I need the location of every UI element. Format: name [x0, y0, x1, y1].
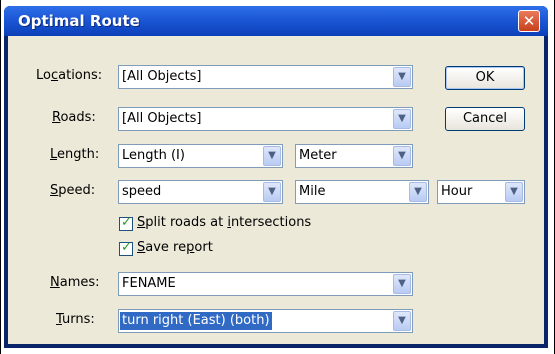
dialog-body: Locations: [All Objects] ▼ Roads: [All O… — [8, 36, 544, 344]
turns-label: Turns: — [56, 312, 95, 327]
roads-label: Roads: — [52, 110, 96, 125]
chevron-down-icon[interactable]: ▼ — [263, 182, 281, 202]
chevron-down-icon[interactable]: ▼ — [393, 67, 411, 87]
dialog-title: Optimal Route — [18, 12, 140, 30]
names-label: Names: — [50, 275, 100, 290]
locations-label: Locations: — [36, 68, 103, 83]
turns-dropdown[interactable]: turn right (East) (both) ▼ — [118, 309, 413, 333]
cancel-button[interactable]: Cancel — [445, 107, 525, 131]
locations-value: [All Objects] — [122, 69, 202, 84]
chevron-down-icon[interactable]: ▼ — [393, 274, 411, 294]
length-label: Length: — [50, 147, 100, 162]
speed-dropdown[interactable]: speed ▼ — [118, 180, 283, 204]
speed-unit-dropdown[interactable]: Mile ▼ — [295, 180, 429, 204]
roads-value: [All Objects] — [122, 111, 202, 126]
chevron-down-icon[interactable]: ▼ — [393, 109, 411, 129]
locations-dropdown[interactable]: [All Objects] ▼ — [118, 65, 413, 89]
checkmark-icon: ✓ — [121, 240, 132, 255]
dialog-window: Optimal Route ✕ Locations: [All Objects]… — [4, 6, 548, 348]
chevron-down-icon[interactable]: ▼ — [505, 182, 523, 202]
speed-time-unit-value: Hour — [441, 184, 473, 199]
left-border — [0, 0, 1, 354]
names-value: FENAME — [122, 276, 176, 291]
chevron-down-icon[interactable]: ▼ — [263, 146, 281, 166]
close-icon: ✕ — [522, 12, 536, 30]
length-unit-value: Meter — [299, 148, 337, 163]
chevron-down-icon[interactable]: ▼ — [393, 311, 411, 331]
save-report-checkbox[interactable]: ✓ — [119, 240, 133, 256]
length-dropdown[interactable]: Length (I) ▼ — [118, 144, 283, 168]
names-dropdown[interactable]: FENAME ▼ — [118, 272, 413, 296]
turns-value: turn right (East) (both) — [120, 312, 272, 330]
speed-time-unit-dropdown[interactable]: Hour ▼ — [437, 180, 525, 204]
close-button[interactable]: ✕ — [518, 10, 540, 32]
title-bar[interactable]: Optimal Route ✕ — [4, 6, 548, 36]
ok-button[interactable]: OK — [445, 66, 525, 90]
speed-unit-value: Mile — [299, 184, 326, 199]
split-roads-checkbox[interactable]: ✓ — [119, 215, 133, 231]
chevron-down-icon[interactable]: ▼ — [409, 182, 427, 202]
speed-value: speed — [122, 184, 162, 199]
length-value: Length (I) — [122, 148, 185, 163]
save-report-label[interactable]: Save report — [137, 240, 213, 255]
roads-dropdown[interactable]: [All Objects] ▼ — [118, 107, 413, 131]
checkmark-icon: ✓ — [121, 215, 132, 230]
speed-label: Speed: — [50, 183, 96, 198]
split-roads-label[interactable]: Split roads at intersections — [137, 215, 311, 230]
length-unit-dropdown[interactable]: Meter ▼ — [295, 144, 413, 168]
chevron-down-icon[interactable]: ▼ — [393, 146, 411, 166]
